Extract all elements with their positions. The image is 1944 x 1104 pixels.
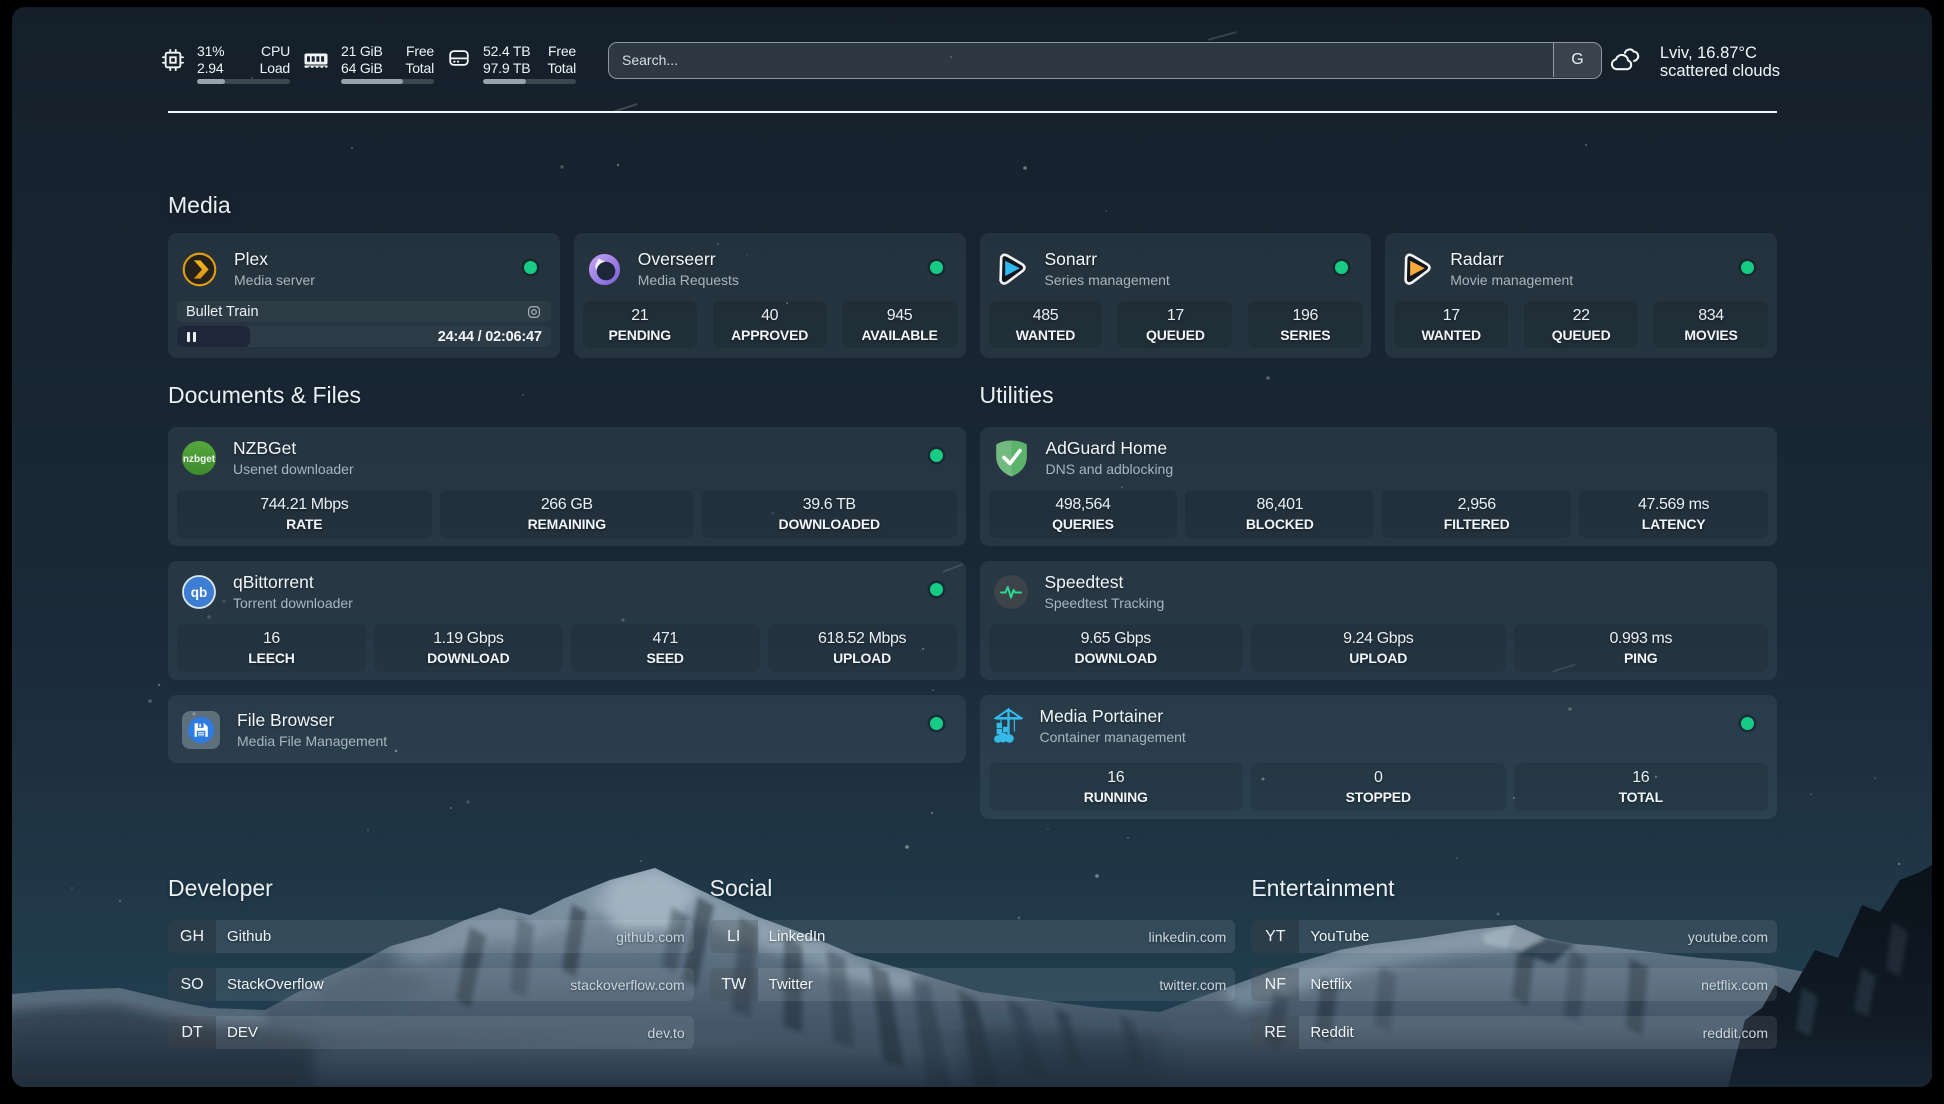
svg-text:nzbget: nzbget: [183, 454, 216, 465]
svg-text:qb: qb: [191, 585, 208, 600]
